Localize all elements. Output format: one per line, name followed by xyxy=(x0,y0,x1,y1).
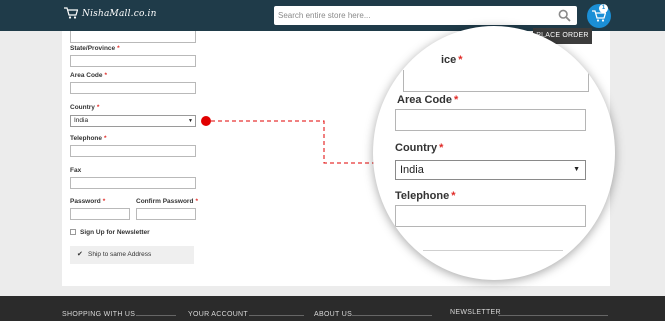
magnified-divider xyxy=(423,250,563,251)
magnified-area-code-label: Area Code * xyxy=(397,94,459,106)
magnified-country-label: Country * xyxy=(395,142,444,154)
magnified-country-select: India ▼ xyxy=(395,160,586,180)
footer-divider xyxy=(249,315,304,316)
magnified-telephone-label: Telephone * xyxy=(395,190,456,202)
footer-about-us[interactable]: ABOUT US xyxy=(314,311,352,318)
magnified-country-value: India xyxy=(400,164,424,176)
chevron-down-icon: ▼ xyxy=(573,166,580,173)
magnified-state-input xyxy=(403,70,589,92)
site-footer: SHOPPING WITH US YOUR ACCOUNT ABOUT US N… xyxy=(0,296,665,321)
footer-your-account[interactable]: YOUR ACCOUNT xyxy=(188,311,248,318)
footer-divider xyxy=(352,315,432,316)
footer-divider xyxy=(136,315,176,316)
magnified-telephone-input xyxy=(395,205,586,227)
footer-shopping-with-us[interactable]: SHOPPING WITH US xyxy=(62,311,135,318)
magnified-partial-label: ice * xyxy=(441,54,463,66)
footer-newsletter[interactable]: NEWSLETTER xyxy=(450,309,501,316)
magnified-area-code-input xyxy=(395,109,586,131)
footer-divider xyxy=(498,315,608,316)
magnified-view: ice * Area Code * Country * India ▼ Telepho… xyxy=(373,26,615,280)
